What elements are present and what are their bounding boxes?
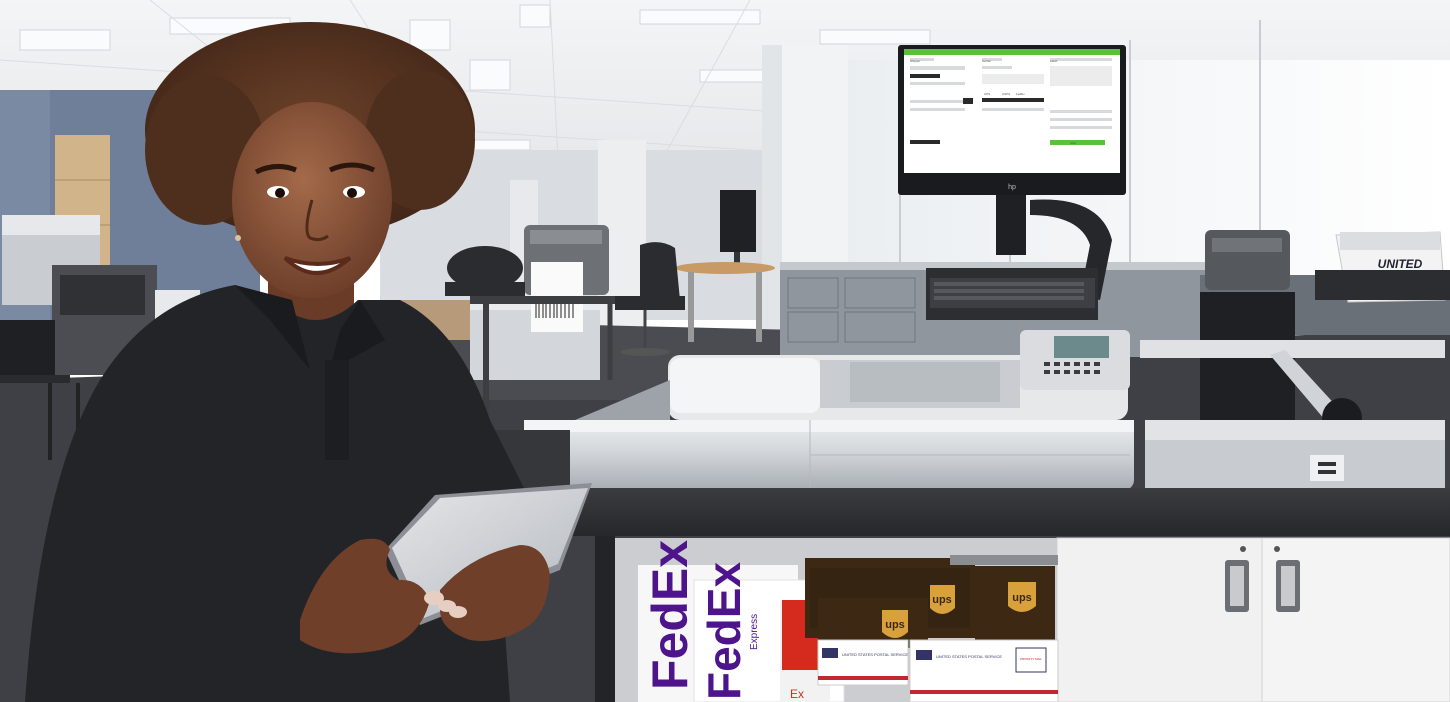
office-photo-scene: UNITED Shipper Carrier Label UPS FedEx U…: [0, 0, 1450, 702]
ups-logo: ups: [885, 619, 905, 631]
monitor-ship-button: Ship: [1070, 141, 1076, 145]
ups-logo: ups: [1012, 592, 1032, 604]
express-partial-label: Ex: [790, 687, 804, 701]
monitor-carrier-1: UPS: [984, 92, 990, 96]
hp-monitor: Shipper Carrier Label UPS FedEx USPS Shi…: [898, 45, 1126, 195]
usps-envelope: UNITED STATES POSTAL SERVICE: [817, 639, 909, 686]
scene-illustration: UNITED Shipper Carrier Label UPS FedEx U…: [0, 0, 1450, 702]
monitor-col3-title: Label: [1050, 59, 1058, 63]
hp-logo: hp: [1008, 184, 1016, 191]
ups-package: ups: [975, 566, 1055, 642]
fedex-logo: FedEx: [698, 562, 750, 700]
ups-logo: ups: [932, 594, 952, 606]
united-tray-label: UNITED: [1378, 257, 1423, 271]
fedex-logo: FedEx: [642, 540, 698, 690]
priority-label: PRIORITY MAIL: [1020, 657, 1042, 661]
printer-stand: [470, 296, 625, 304]
chair: [0, 320, 55, 380]
usps-label: UNITED STATES POSTAL SERVICE: [936, 654, 1002, 659]
background-monitor: [720, 190, 756, 252]
monitor-col1-title: Shipper: [910, 59, 920, 63]
meter-screen: [1054, 336, 1109, 358]
counter-top: [560, 488, 1450, 536]
usps-envelope: UNITED STATES POSTAL SERVICE PRIORITY MA…: [909, 639, 1059, 702]
monitor-col2-title: Carrier: [982, 59, 991, 63]
monitor-accent-bar: [904, 49, 1120, 55]
usps-label: UNITED STATES POSTAL SERVICE: [842, 652, 908, 657]
fedex-express-label: Express: [749, 614, 760, 650]
counter-leg: [595, 536, 615, 702]
monitor-carrier-3: USPS: [1002, 92, 1010, 96]
office-chair: [640, 242, 680, 300]
monitor-carrier-2: FedEx: [1016, 92, 1025, 96]
